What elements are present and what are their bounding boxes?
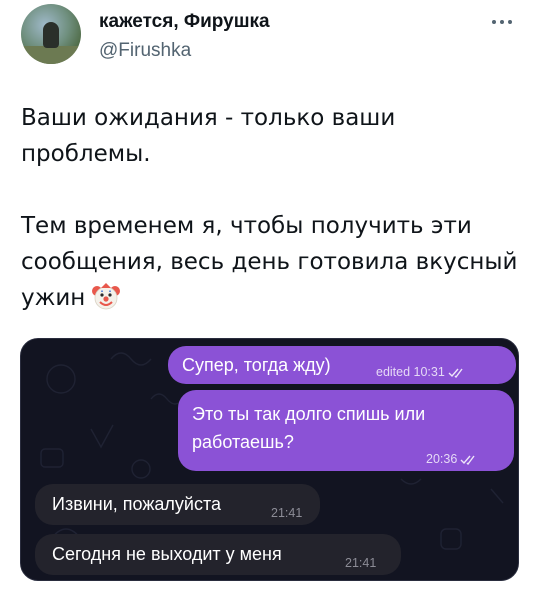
message-time: 20:36	[426, 452, 458, 466]
tweet-line: сообщения, весь день готовила вкусный	[21, 249, 518, 275]
avatar[interactable]	[21, 4, 81, 64]
message-bubble-outgoing[interactable]: Супер, тогда жду) edited 10:31	[168, 346, 516, 384]
message-time: edited 10:31	[376, 365, 445, 379]
double-check-icon	[448, 368, 463, 378]
message-text: Супер, тогда жду)	[182, 355, 331, 375]
tweet-line: проблемы.	[21, 141, 151, 167]
tweet-line: Ваши ожидания - только ваши	[21, 105, 396, 131]
tweet-line-last: ужин	[21, 280, 521, 316]
clown-face-icon	[92, 282, 121, 309]
author-handle[interactable]: @Firushka	[99, 40, 191, 62]
message-time: 21:41	[345, 556, 377, 570]
double-check-icon	[460, 455, 475, 465]
tweet-line: ужин	[21, 285, 86, 311]
message-meta: edited 10:31	[376, 360, 466, 384]
tweet-line: Тем временем я, чтобы получить эти	[21, 213, 472, 239]
message-meta: 20:36	[426, 447, 478, 471]
message-text: Извини, пожалуйста	[52, 494, 222, 514]
more-options-icon[interactable]	[488, 15, 516, 29]
message-text: Сегодня не выходит у меня	[52, 544, 282, 564]
chat-screenshot[interactable]: Супер, тогда жду) edited 10:31 Это ты та…	[20, 338, 519, 581]
author-display-name[interactable]: кажется, Фирушка	[99, 11, 270, 33]
tweet-card: кажется, Фирушка @Firushka Ваши ожидания…	[0, 0, 538, 604]
message-bubble-incoming[interactable]: Извини, пожалуйста 21:41	[35, 484, 320, 525]
message-bubble-outgoing[interactable]: Это ты так долго спишь или работаешь? 20…	[178, 390, 514, 471]
message-time: 21:41	[271, 506, 303, 520]
tweet-text: Ваши ожидания - только ваши проблемы. Те…	[21, 100, 521, 316]
message-bubble-incoming[interactable]: Сегодня не выходит у меня 21:41	[35, 534, 401, 575]
